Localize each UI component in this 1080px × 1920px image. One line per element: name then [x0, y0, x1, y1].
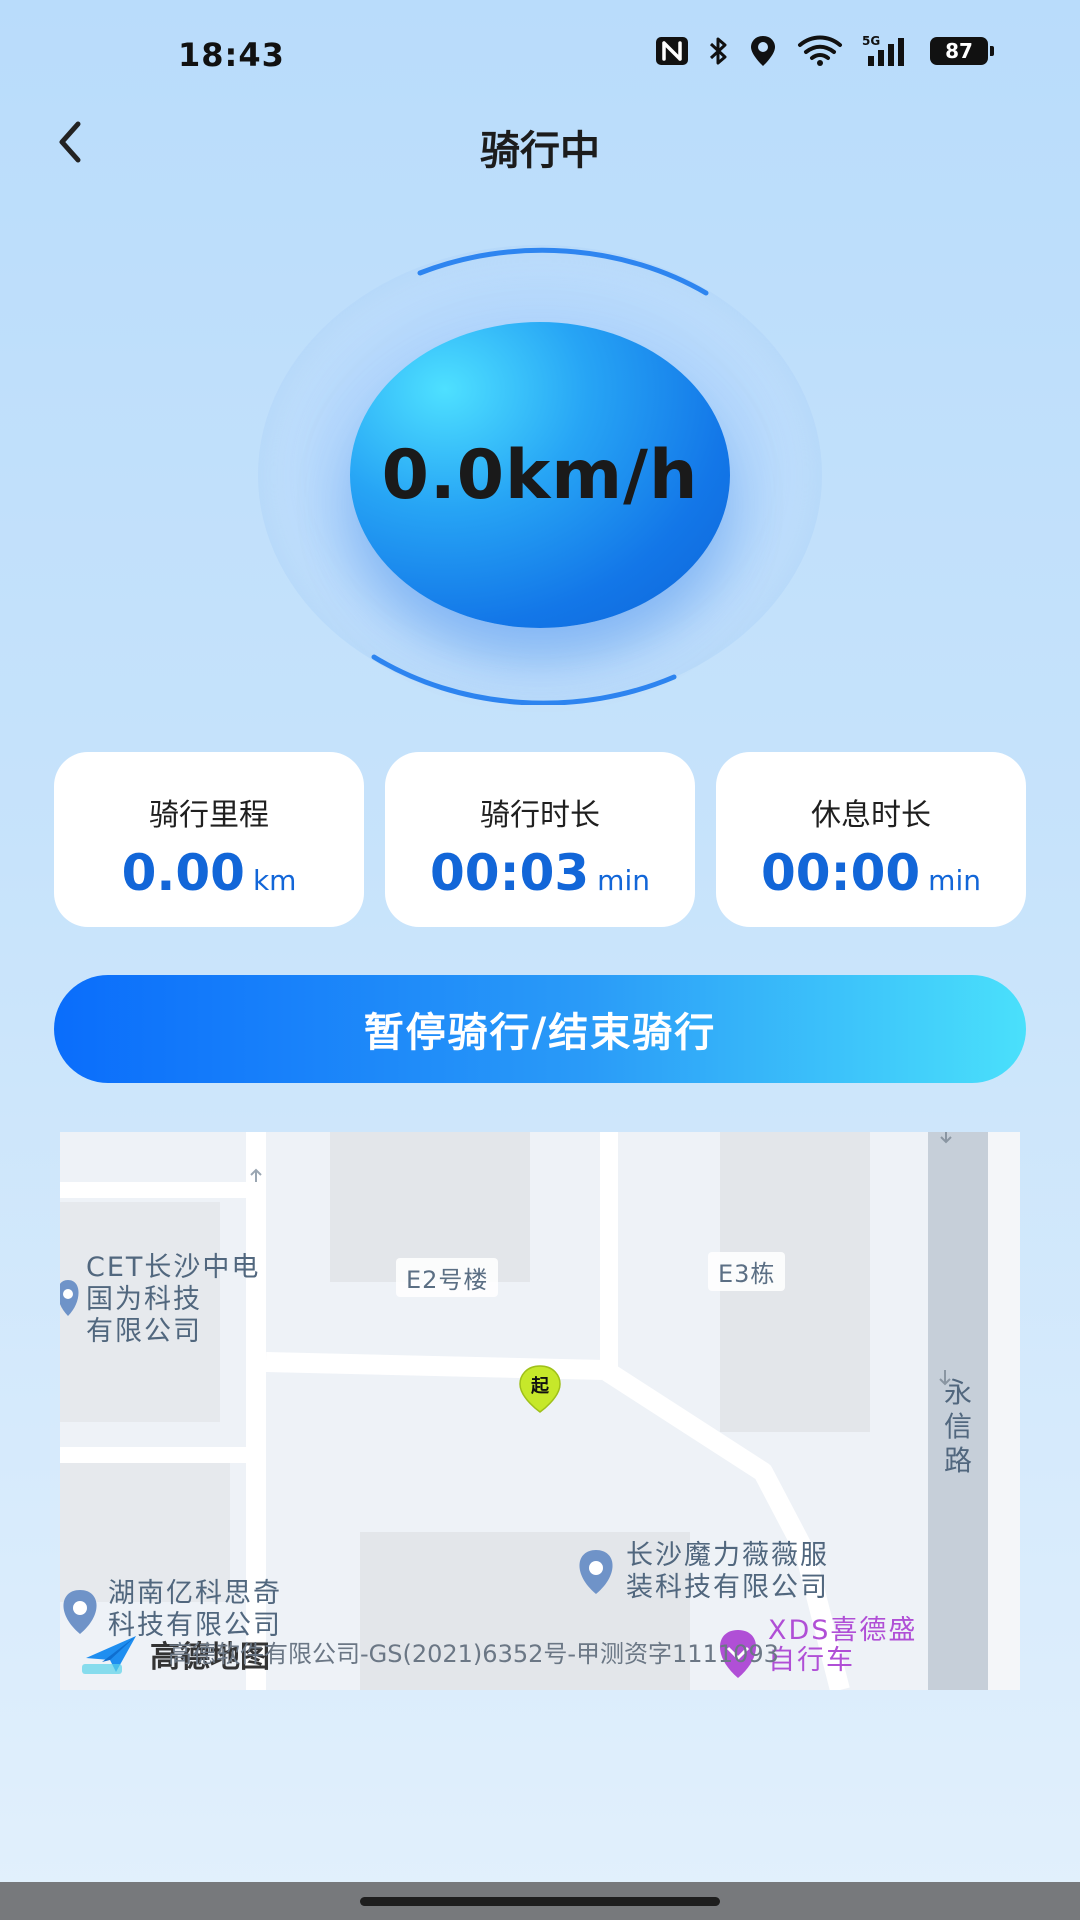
map-poi-xds-line: XDS喜德盛	[768, 1615, 918, 1646]
stat-value: 0.00	[121, 844, 245, 902]
map-poi-cet-line: CET长沙中电	[86, 1252, 261, 1283]
bluetooth-icon	[708, 35, 730, 67]
system-nav-bar	[0, 1882, 1080, 1920]
amap-logo-icon	[82, 1636, 136, 1674]
map-road-yongxin: 永 信 路	[940, 1376, 976, 1478]
stat-card-ride-time: 骑行时长 00:03 min	[385, 752, 695, 927]
battery-icon: 87	[930, 37, 994, 65]
road-char: 信	[943, 1410, 972, 1443]
stat-value-row: 00:03 min	[430, 844, 650, 902]
map-tag-e3[interactable]: E3栋	[708, 1252, 786, 1291]
map-poi-mlww-line: 装科技有限公司	[626, 1572, 829, 1603]
network-label: 5G	[862, 34, 880, 48]
stat-value: 00:00	[761, 844, 921, 902]
stat-unit: min	[928, 864, 981, 897]
map-poi-mlww-line: 长沙魔力薇薇服	[626, 1540, 829, 1571]
map-poi-mlww[interactable]: 长沙魔力薇薇服 装科技有限公司	[626, 1540, 829, 1604]
map-poi-xds[interactable]: XDS喜德盛 自行车	[768, 1616, 917, 1676]
signal-icon: 5G	[862, 34, 912, 68]
road-char: 永	[943, 1376, 972, 1409]
map-copyright: 高德软件有限公司-GS(2021)6352号-甲测资字1111093	[168, 1640, 779, 1668]
wifi-icon	[796, 35, 844, 67]
stat-label: 骑行里程	[149, 798, 269, 833]
map-poi-hnyk-line: 湖南亿科思奇	[108, 1578, 282, 1609]
map-poi-cet-line: 有限公司	[86, 1316, 202, 1347]
stat-unit: km	[252, 864, 297, 897]
home-indicator[interactable]	[360, 1897, 720, 1906]
stat-card-rest-time: 休息时长 00:00 min	[716, 752, 1026, 927]
speed-gauge: 0.0km/h	[258, 245, 822, 705]
gauge-arc-bottom	[371, 654, 677, 705]
stat-unit: min	[597, 864, 650, 897]
map-poi-cet[interactable]: CET长沙中电 国为科技 有限公司	[86, 1252, 260, 1348]
road-char: 路	[943, 1444, 972, 1477]
pause-end-ride-button[interactable]: 暂停骑行/结束骑行	[54, 975, 1026, 1083]
status-icons: 5G 87	[654, 34, 994, 68]
status-time: 18:43	[178, 36, 285, 74]
stat-value-row: 0.00 km	[122, 844, 297, 902]
speed-value: 0.0km/h	[381, 435, 699, 515]
map-view[interactable]: CET长沙中电 国为科技 有限公司 E2号楼 E3栋 永 信 路 长沙魔力薇薇服…	[60, 1132, 1020, 1690]
page-title: 骑行中	[480, 128, 600, 174]
location-icon	[748, 34, 778, 68]
map-poi-cet-line: 国为科技	[86, 1284, 202, 1315]
gauge-core: 0.0km/h	[350, 322, 730, 628]
map-poi-xds-line: 自行车	[768, 1645, 855, 1676]
status-bar: 18:43 5G 87	[0, 0, 1080, 110]
map-tag-e2[interactable]: E2号楼	[396, 1258, 499, 1297]
stat-label: 休息时长	[811, 798, 931, 833]
stat-label: 骑行时长	[480, 798, 600, 833]
stat-value-row: 00:00 min	[761, 844, 981, 902]
stat-card-distance: 骑行里程 0.00 km	[54, 752, 364, 927]
start-marker: 起	[518, 1364, 562, 1418]
gauge-arc-top	[417, 247, 709, 296]
stat-value: 00:03	[430, 844, 590, 902]
stats-row: 骑行里程 0.00 km 骑行时长 00:03 min 休息时长 00:00 m…	[54, 752, 1026, 927]
start-marker-label: 起	[531, 1376, 549, 1397]
nfc-icon	[654, 35, 690, 67]
